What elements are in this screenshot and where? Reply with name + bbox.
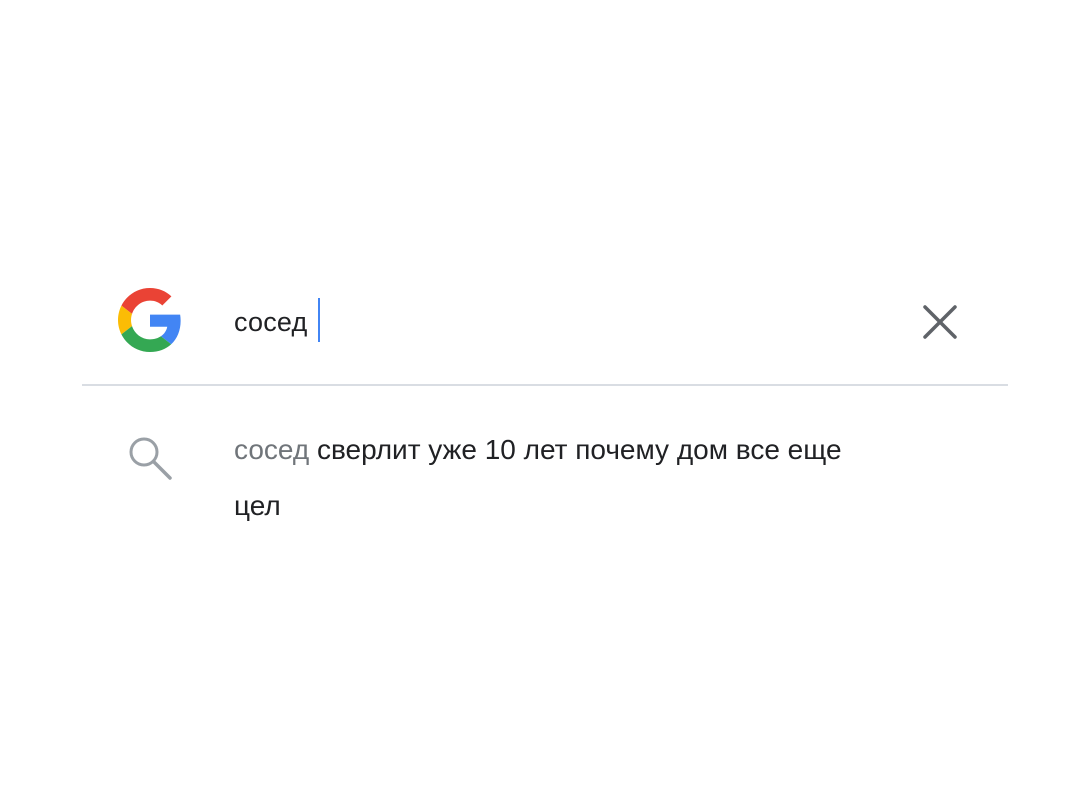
text-cursor <box>317 298 320 342</box>
search-icon <box>124 432 176 484</box>
search-query-text: сосед <box>234 306 308 337</box>
suggestion-text: сосед сверлит уже 10 лет почему дом все … <box>234 422 874 534</box>
search-bar[interactable]: сосед <box>0 280 1080 360</box>
search-input[interactable]: сосед <box>234 298 320 342</box>
close-icon <box>918 300 962 344</box>
clear-button[interactable] <box>918 300 962 344</box>
divider <box>82 384 1008 386</box>
suggestion-item[interactable]: сосед сверлит уже 10 лет почему дом все … <box>0 410 1080 530</box>
google-g-icon <box>118 288 182 352</box>
suggestion-completion: сверлит уже 10 лет почему дом все еще це… <box>234 434 842 521</box>
suggestion-prefix: сосед <box>234 434 310 465</box>
